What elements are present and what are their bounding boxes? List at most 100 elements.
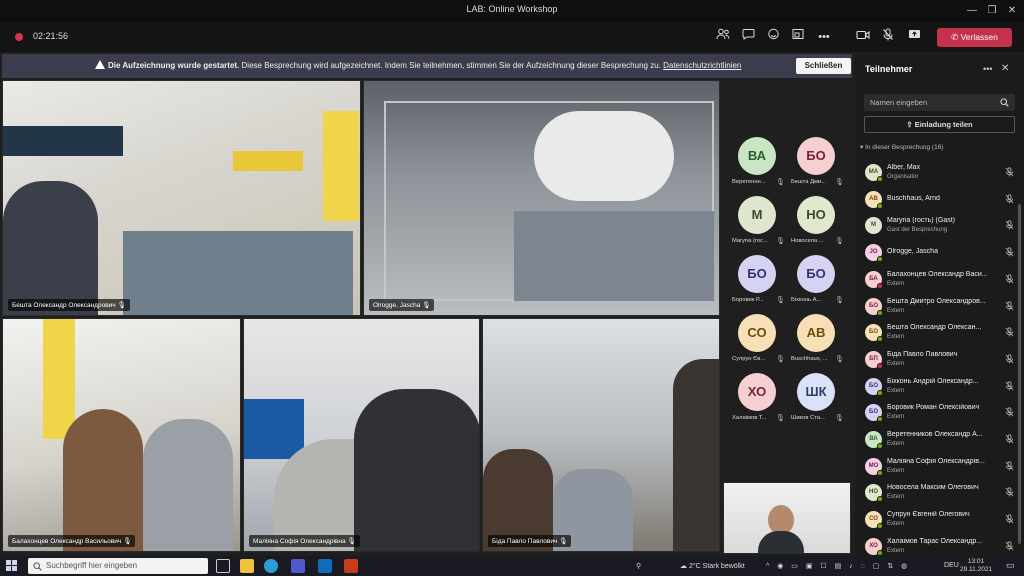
- taskbar-clock[interactable]: 13:01 29.11.2021: [960, 558, 992, 574]
- mic-off-icon[interactable]: [1005, 300, 1014, 313]
- participant-row[interactable]: AB Buschhaus, Arnd: [865, 188, 1017, 212]
- video-tile[interactable]: Маліяна Софія Олександрівна 🎙: [243, 318, 480, 552]
- participant-avatar[interactable]: ШК: [797, 373, 835, 411]
- mic-off-icon[interactable]: [1005, 487, 1014, 499]
- windows-start-icon[interactable]: [6, 560, 18, 572]
- mic-off-icon[interactable]: [878, 28, 898, 46]
- self-view-video[interactable]: [723, 482, 851, 554]
- avatar-name-label: Шиков Ста...: [791, 415, 825, 421]
- search-placeholder: Namen eingeben: [870, 98, 928, 107]
- mic-off-icon: 🎙: [776, 415, 785, 422]
- mic-off-icon[interactable]: [1005, 167, 1014, 179]
- video-tile[interactable]: Біда Павло Павлович 🎙: [482, 318, 720, 552]
- network-tray-icon[interactable]: ⚲: [636, 562, 641, 570]
- participant-row[interactable]: M Maryna (гость) (Gast) Gast der Besprechu…: [865, 214, 1017, 238]
- camera-icon[interactable]: [853, 28, 873, 46]
- participants-panel: Teilnehmer ••• ✕ Namen eingeben ⇪ Einlad…: [855, 54, 1024, 556]
- powerpoint-icon[interactable]: [344, 559, 358, 573]
- participant-role: Extern: [887, 307, 905, 314]
- participant-row[interactable]: MA Alber, Max Organisator: [865, 161, 1017, 185]
- notifications-icon[interactable]: ▭: [1006, 560, 1015, 571]
- file-explorer-icon[interactable]: [240, 559, 254, 573]
- mic-off-icon[interactable]: [1005, 220, 1014, 232]
- participant-row[interactable]: БО Біхконь Андрій Олександр... Extern: [865, 375, 1017, 399]
- teams-icon[interactable]: [291, 559, 305, 573]
- mic-off-icon[interactable]: [1005, 274, 1014, 286]
- close-panel-icon[interactable]: ✕: [1001, 63, 1009, 74]
- participant-name: Супрун Євгеній Олегович: [887, 511, 970, 519]
- language-indicator[interactable]: DEU: [944, 562, 959, 569]
- share-invite-button[interactable]: ⇪ Einladung teilen: [864, 116, 1015, 133]
- participant-row[interactable]: БА Балахонцев Олександр Васи... Extern: [865, 268, 1017, 292]
- participant-row[interactable]: БО Бешта Дмитро Олександров... Extern: [865, 295, 1017, 319]
- participant-role: Extern: [887, 334, 905, 341]
- warning-icon: [95, 60, 105, 69]
- weather-widget[interactable]: ☁ 2°C Stark bewölkt: [680, 562, 745, 570]
- panel-title: Teilnehmer: [865, 64, 913, 74]
- avatar-name-label: Buschhaus, ...: [791, 356, 828, 362]
- edge-icon[interactable]: [264, 559, 278, 573]
- mic-off-icon[interactable]: [1005, 514, 1014, 526]
- participant-row[interactable]: БО Бешта Олександр Олексан... Extern: [865, 321, 1017, 345]
- participant-avatar[interactable]: НО: [797, 196, 835, 234]
- avatar-name-label: Бешта Дми...: [791, 179, 827, 185]
- presence-status-icon: [877, 282, 883, 289]
- chat-icon[interactable]: [738, 28, 758, 46]
- participant-row[interactable]: JO Olrogge, Jascha: [865, 241, 1017, 265]
- taskbar: Suchbegriff hier eingeben ⚲ ☁ 2°C Stark …: [0, 556, 1024, 576]
- participant-avatar[interactable]: БО: [738, 255, 776, 293]
- mic-off-icon[interactable]: [1005, 541, 1014, 553]
- reactions-icon[interactable]: [763, 28, 783, 46]
- task-view-icon[interactable]: [216, 559, 230, 573]
- cloud-icon: ☁: [680, 563, 689, 570]
- search-icon: [33, 562, 42, 571]
- participant-row[interactable]: НО Новосела Максим Олегович Extern: [865, 481, 1017, 505]
- participants-section-header[interactable]: ▾ In dieser Besprechung (16): [860, 143, 943, 151]
- rooms-icon[interactable]: [788, 28, 808, 46]
- participant-avatar[interactable]: БО: [797, 255, 835, 293]
- participant-row[interactable]: БО Боровик Роман Олексійович Extern: [865, 401, 1017, 425]
- participant-name-label: Балахонцев Олександр Васильович 🎙: [8, 535, 136, 547]
- share-screen-icon[interactable]: [904, 28, 924, 46]
- mic-off-icon[interactable]: [1005, 194, 1014, 206]
- participant-avatar[interactable]: AB: [797, 314, 835, 352]
- participant-row[interactable]: БП Біда Павло Павлович Extern: [865, 348, 1017, 372]
- close-window-icon[interactable]: ✕: [998, 3, 1024, 19]
- participant-row[interactable]: МО Маліяна Софія Олександрів... Extern: [865, 455, 1017, 479]
- participant-avatar[interactable]: СО: [738, 314, 776, 352]
- participant-row[interactable]: СО Супрун Євгеній Олегович Extern: [865, 508, 1017, 532]
- avatar-name-label: Супрун Єв...: [732, 356, 766, 362]
- mic-off-icon[interactable]: [1005, 327, 1014, 339]
- participant-row[interactable]: ВА Веретенников Олександр А... Extern: [865, 428, 1017, 452]
- participant-name: Боровик Роман Олексійович: [887, 404, 980, 412]
- scrollbar[interactable]: [1018, 204, 1021, 544]
- banner-text: Diese Besprechung wird aufgezeichnet. In…: [241, 61, 661, 70]
- participant-name: Maryna (гость) (Gast): [887, 217, 955, 225]
- mic-off-icon[interactable]: [1005, 407, 1014, 419]
- leave-button[interactable]: ✆ Verlassen: [937, 28, 1012, 47]
- taskbar-search-input[interactable]: Suchbegriff hier eingeben: [28, 558, 208, 574]
- presence-status-icon: [877, 362, 883, 369]
- participant-avatar[interactable]: БО: [797, 137, 835, 175]
- privacy-link[interactable]: Datenschutzrichtlinien: [663, 61, 741, 70]
- participant-avatar[interactable]: M: [738, 196, 776, 234]
- mic-off-icon[interactable]: [1005, 247, 1014, 259]
- banner-close-button[interactable]: Schließen: [796, 58, 851, 74]
- video-tile[interactable]: Бешта Олександр Олександрович 🎙: [2, 80, 361, 316]
- share-icon: ⇪: [906, 120, 915, 129]
- video-tile[interactable]: Olrogge, Jascha 🎙: [363, 80, 720, 316]
- mic-off-icon[interactable]: [1005, 461, 1014, 473]
- mic-off-icon[interactable]: [1005, 434, 1014, 446]
- video-tile[interactable]: Балахонцев Олександр Васильович 🎙: [2, 318, 241, 552]
- participant-avatar[interactable]: ВА: [738, 137, 776, 175]
- more-options-icon[interactable]: •••: [983, 64, 992, 74]
- participants-icon[interactable]: [713, 28, 733, 46]
- more-icon[interactable]: •••: [814, 28, 834, 46]
- outlook-icon[interactable]: [318, 559, 332, 573]
- participant-search-input[interactable]: Namen eingeben: [864, 94, 1015, 111]
- mic-off-icon[interactable]: [1005, 354, 1014, 366]
- mic-off-icon[interactable]: [1005, 380, 1014, 393]
- participant-avatar[interactable]: ХО: [738, 373, 776, 411]
- presence-status-icon: [877, 256, 883, 263]
- system-tray-icons[interactable]: ^ ◉ ▭ ▣ ☐ ▤ ♪ ◌ ▢ ⇅ ◍: [766, 562, 910, 570]
